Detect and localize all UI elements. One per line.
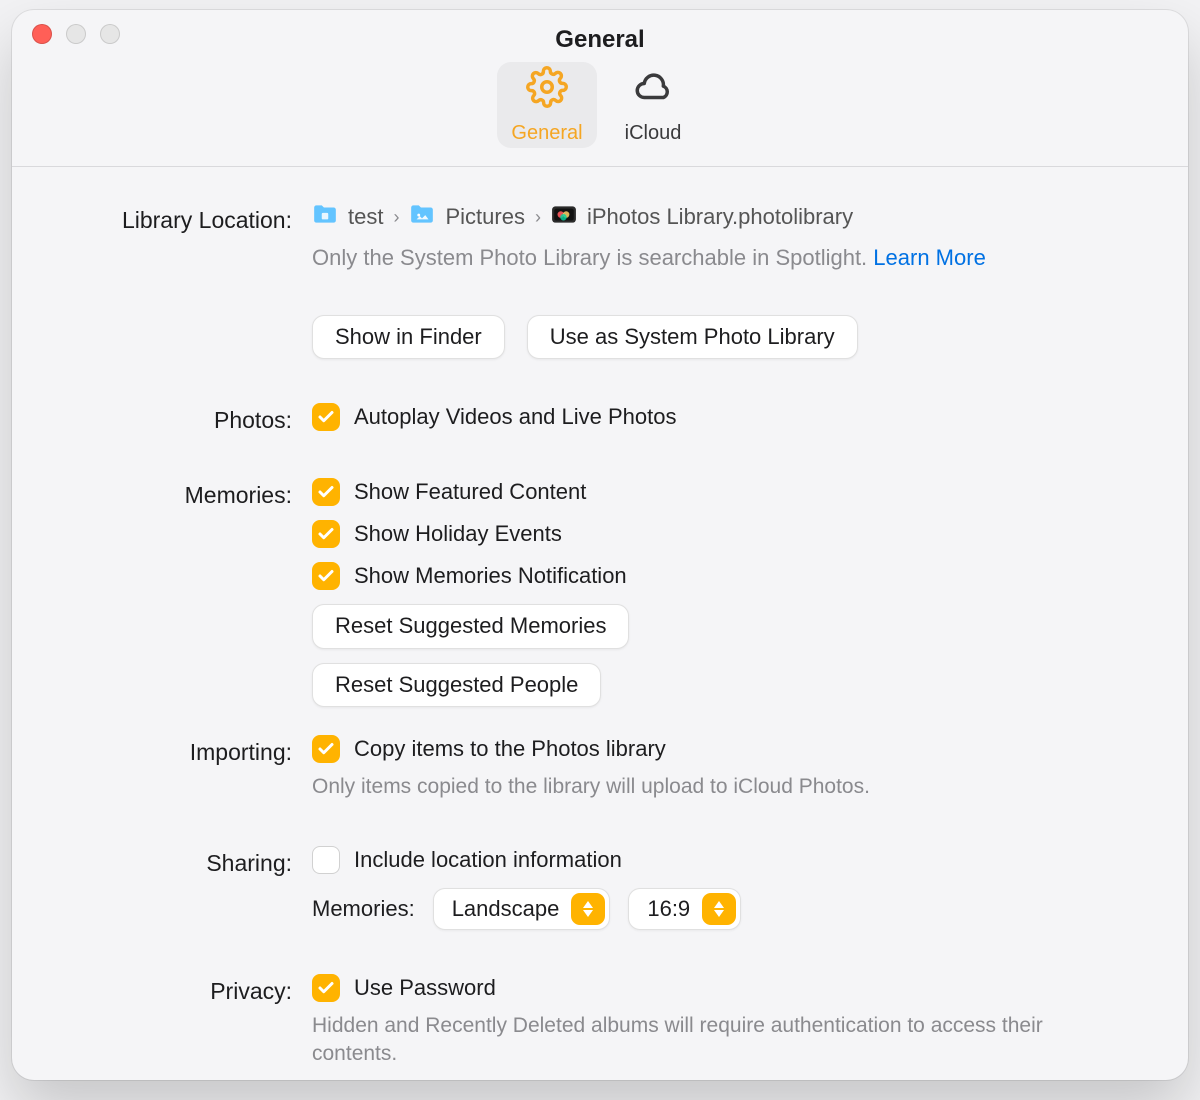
autoplay-checkbox-row[interactable]: Autoplay Videos and Live Photos: [312, 403, 1128, 431]
library-path-breadcrumb: test › Pictures › iPhotos Library.photol…: [312, 203, 1128, 231]
orientation-value: Landscape: [452, 896, 560, 922]
copy-items-checkbox[interactable]: [312, 735, 340, 763]
aspect-ratio-select[interactable]: 16:9: [628, 888, 741, 930]
sharing-memories-label: Memories:: [312, 896, 415, 922]
zoom-window-button[interactable]: [100, 24, 120, 44]
close-window-button[interactable]: [32, 24, 52, 44]
importing-helper: Only items copied to the library will up…: [312, 773, 1052, 801]
orientation-select[interactable]: Landscape: [433, 888, 611, 930]
aspect-ratio-value: 16:9: [647, 896, 690, 922]
show-featured-label: Show Featured Content: [354, 479, 586, 505]
stepper-icon: [571, 893, 605, 925]
privacy-helper: Hidden and Recently Deleted albums will …: [312, 1012, 1052, 1069]
use-password-checkbox[interactable]: [312, 974, 340, 1002]
preferences-window: General General iCloud Library Location:: [12, 10, 1188, 1080]
label-memories: Memories:: [72, 478, 312, 509]
chevron-right-icon: ›: [393, 207, 399, 228]
show-notification-row[interactable]: Show Memories Notification: [312, 562, 1128, 590]
label-library-location: Library Location:: [72, 203, 312, 234]
show-holiday-checkbox[interactable]: [312, 520, 340, 548]
autoplay-label: Autoplay Videos and Live Photos: [354, 404, 677, 430]
copy-items-row[interactable]: Copy items to the Photos library: [312, 735, 1128, 763]
label-importing: Importing:: [72, 735, 312, 766]
show-notification-label: Show Memories Notification: [354, 563, 627, 589]
cloud-icon: [631, 66, 675, 114]
library-helper: Only the System Photo Library is searcha…: [312, 245, 1128, 271]
breadcrumb-seg-2[interactable]: Pictures: [445, 204, 524, 230]
content-area: Library Location: test › Pictures ›: [12, 167, 1188, 1080]
show-holiday-row[interactable]: Show Holiday Events: [312, 520, 1128, 548]
autoplay-checkbox[interactable]: [312, 403, 340, 431]
gear-icon: [526, 66, 568, 114]
label-privacy: Privacy:: [72, 974, 312, 1005]
traffic-lights: [32, 24, 120, 44]
stepper-icon: [702, 893, 736, 925]
tab-general-label: General: [511, 122, 582, 145]
titlebar: General: [12, 10, 1188, 56]
tab-general[interactable]: General: [497, 62, 597, 148]
show-notification-checkbox[interactable]: [312, 562, 340, 590]
toolbar: General iCloud: [12, 56, 1188, 167]
breadcrumb-seg-1[interactable]: test: [348, 204, 383, 230]
chevron-right-icon: ›: [535, 207, 541, 228]
folder-pictures-icon: [409, 203, 435, 231]
include-location-checkbox[interactable]: [312, 846, 340, 874]
show-in-finder-button[interactable]: Show in Finder: [312, 315, 505, 359]
include-location-label: Include location information: [354, 847, 622, 873]
label-photos: Photos:: [72, 403, 312, 434]
library-helper-text: Only the System Photo Library is searcha…: [312, 245, 867, 270]
learn-more-link[interactable]: Learn More: [873, 245, 986, 270]
photos-library-icon: [551, 203, 577, 231]
label-sharing: Sharing:: [72, 846, 312, 877]
tab-icloud[interactable]: iCloud: [603, 62, 703, 148]
show-featured-checkbox[interactable]: [312, 478, 340, 506]
use-password-label: Use Password: [354, 975, 496, 1001]
use-as-system-library-button[interactable]: Use as System Photo Library: [527, 315, 858, 359]
breadcrumb-seg-3[interactable]: iPhotos Library.photolibrary: [587, 204, 853, 230]
tab-icloud-label: iCloud: [625, 122, 682, 145]
include-location-row[interactable]: Include location information: [312, 846, 1128, 874]
show-holiday-label: Show Holiday Events: [354, 521, 562, 547]
copy-items-label: Copy items to the Photos library: [354, 736, 666, 762]
reset-suggested-people-button[interactable]: Reset Suggested People: [312, 663, 601, 707]
minimize-window-button[interactable]: [66, 24, 86, 44]
folder-user-icon: [312, 203, 338, 231]
reset-suggested-memories-button[interactable]: Reset Suggested Memories: [312, 604, 629, 648]
use-password-row[interactable]: Use Password: [312, 974, 1128, 1002]
show-featured-row[interactable]: Show Featured Content: [312, 478, 1128, 506]
window-title: General: [555, 26, 644, 54]
